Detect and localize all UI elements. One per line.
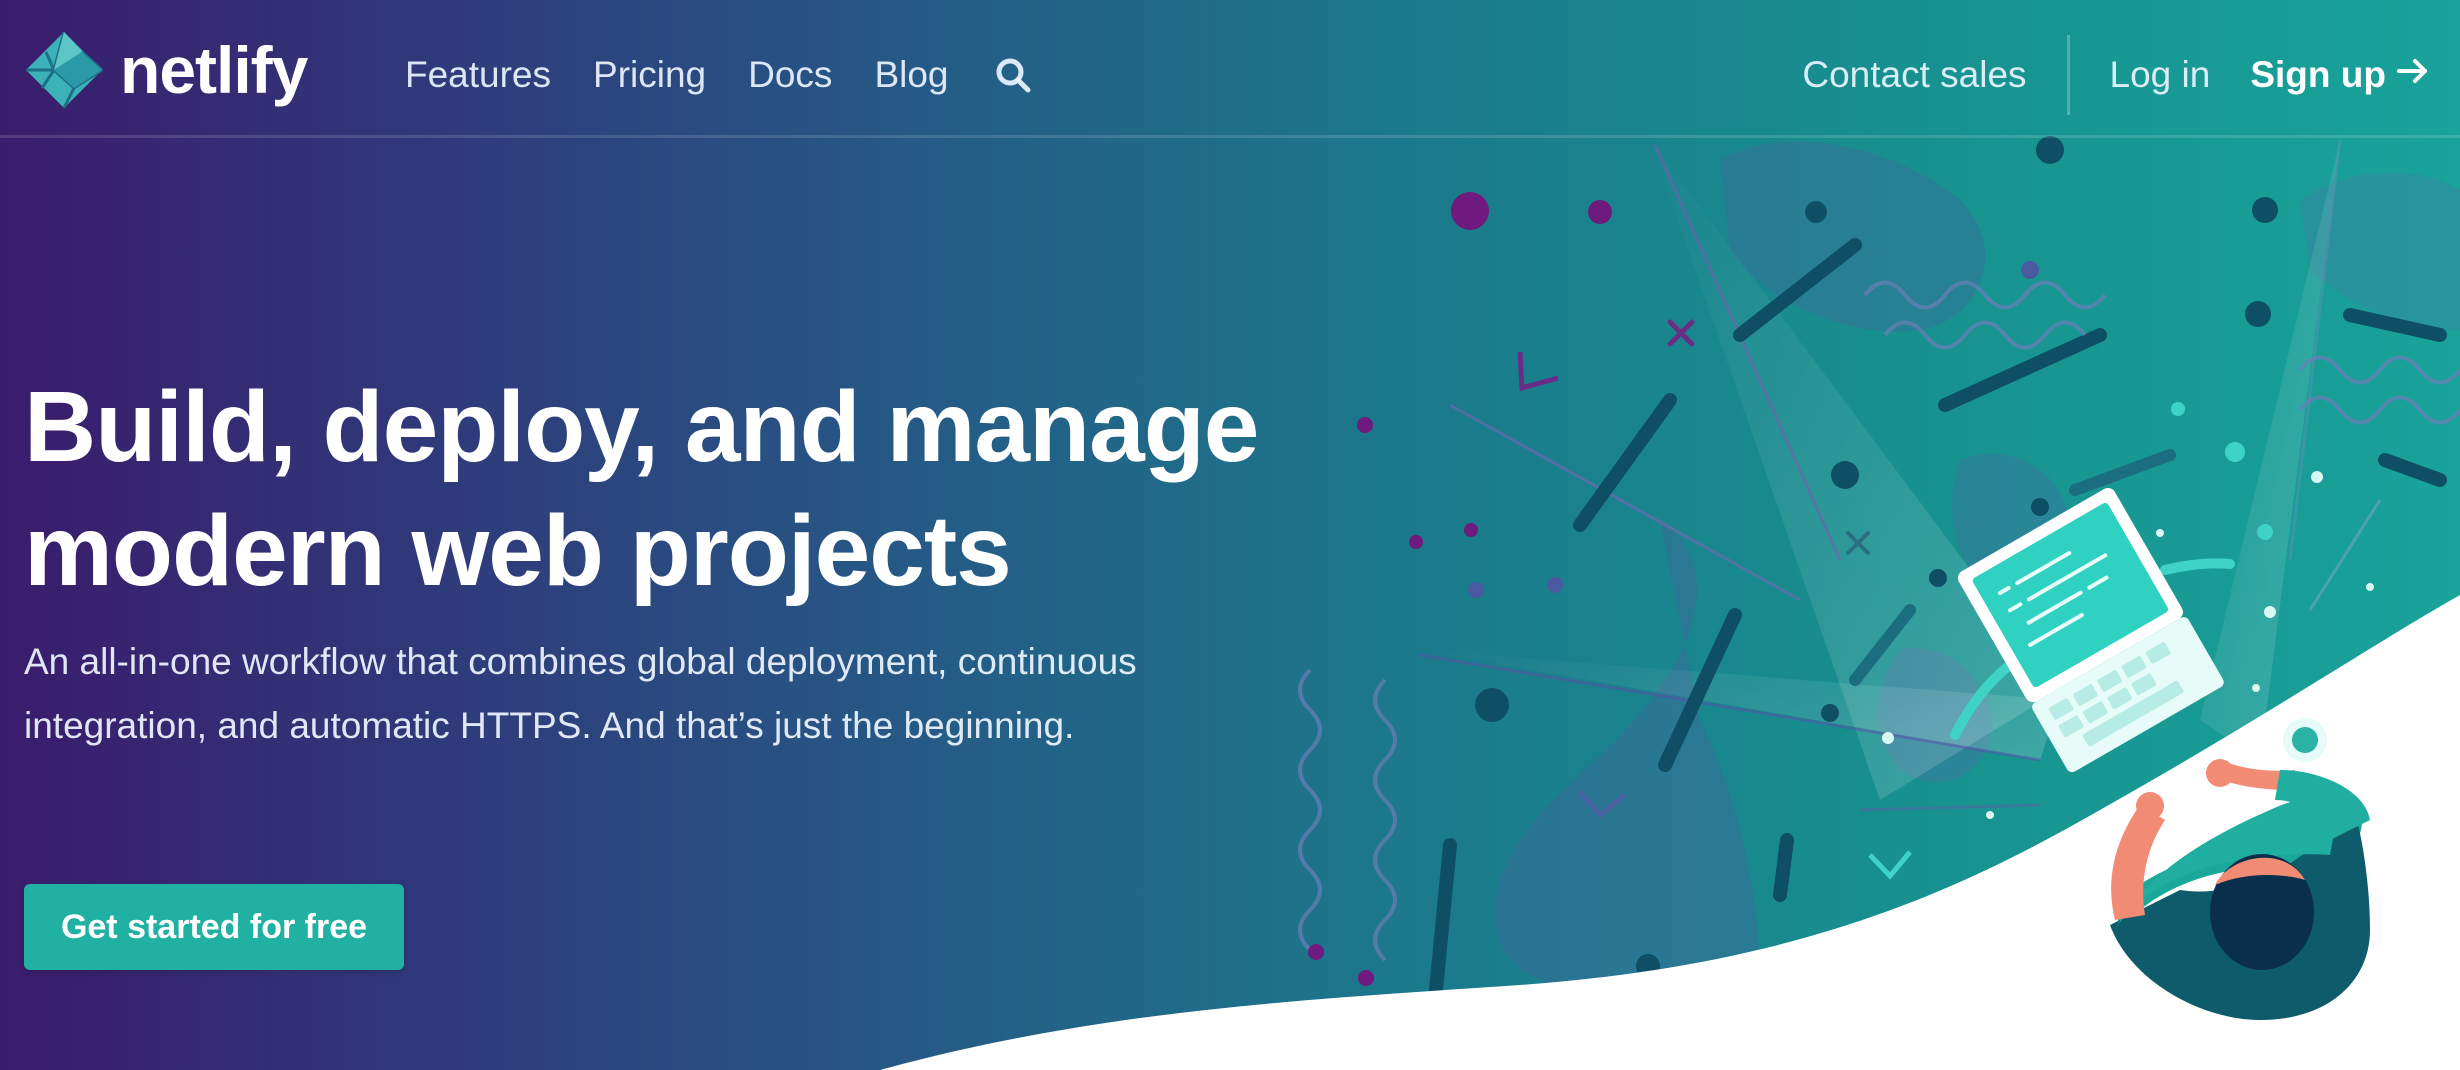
sign-up-label: Sign up [2250, 54, 2386, 95]
contact-sales-link[interactable]: Contact sales [1802, 54, 2066, 96]
hero-title: Build, deploy, and manage modern web pro… [24, 365, 1324, 613]
nav-link-docs[interactable]: Docs [748, 54, 832, 96]
netlify-logo[interactable]: netlify [24, 28, 308, 112]
log-in-link[interactable]: Log in [2070, 54, 2251, 96]
nav-link-features[interactable]: Features [405, 54, 551, 96]
hero-subtitle: An all-in-one workflow that combines glo… [24, 641, 1137, 746]
get-started-button[interactable]: Get started for free [24, 884, 404, 970]
nav-link-pricing[interactable]: Pricing [593, 54, 706, 96]
search-icon[interactable] [991, 53, 1035, 97]
arrow-right-icon [2396, 54, 2430, 97]
hero-title-line-1: Build, deploy, and manage [24, 371, 1259, 483]
nav-link-blog[interactable]: Blog [874, 54, 948, 96]
primary-nav: Features Pricing Docs Blog [405, 40, 1035, 110]
account-nav: Contact sales Log in Sign up [1802, 30, 2430, 120]
brand-name: netlify [120, 33, 308, 107]
netlify-homepage: netlify Features Pricing Docs Blog Conta… [0, 0, 2460, 1070]
sign-up-link[interactable]: Sign up [2250, 54, 2430, 97]
netlify-diamond-logo-icon [24, 30, 104, 110]
hero-title-line-2: modern web projects [24, 495, 1012, 607]
person-at-laptop [1957, 488, 2370, 1020]
top-navigation: netlify Features Pricing Docs Blog Conta… [0, 0, 2460, 138]
